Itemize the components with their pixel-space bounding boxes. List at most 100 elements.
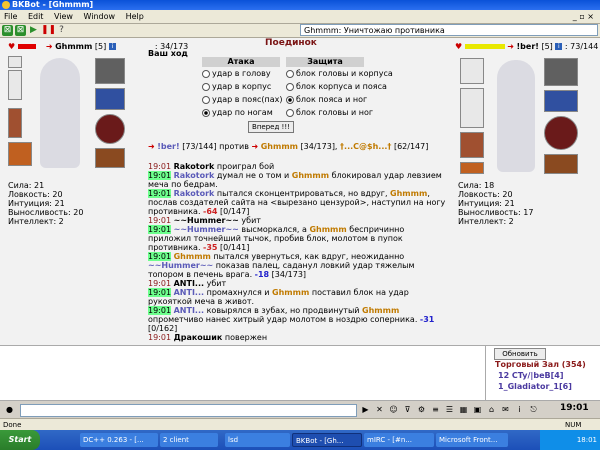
send-icon[interactable]: ▶	[360, 404, 371, 415]
task-bkbot[interactable]: BKBot - [Gh...	[292, 433, 362, 447]
channels-icon[interactable]: ≡	[430, 404, 441, 415]
battle-panel: ♥ ➜ Ghmmm [5] i : 34/173 Сила: 21 Ловкос…	[0, 38, 600, 345]
player-intuition: Интуиция: 21	[8, 199, 65, 208]
menu-help[interactable]: Help	[122, 10, 148, 23]
info-icon[interactable]: i	[514, 404, 525, 415]
player-name[interactable]: Ghmmm	[55, 42, 92, 51]
player-belt-slot[interactable]	[8, 142, 32, 166]
enemy-name[interactable]: !ber!	[517, 42, 539, 51]
smile-icon[interactable]: ☺	[388, 404, 399, 415]
forum-icon[interactable]: ✉	[500, 404, 511, 415]
toolbar: ⊠ ⊠ ▶ ❚❚ ? Ghmmm: Уничтожаю противника	[0, 24, 600, 38]
trade-row[interactable]: 12 CTy/|beB[4]	[498, 371, 563, 380]
trade-row[interactable]: 1_Gladiator_1[6]	[498, 382, 572, 391]
versus-ally-name[interactable]: †...C@$h...†	[340, 142, 391, 151]
exit-icon[interactable]: ⎋	[528, 404, 539, 415]
log-line: 19:01 Rakotork думал не о том и Ghmmm бл…	[148, 171, 442, 189]
task-dcpp[interactable]: DC++ 0.263 - [...	[80, 433, 158, 447]
player-helmet-slot[interactable]	[95, 58, 125, 84]
window-title: BKBot - [Ghmmm]	[12, 0, 94, 9]
update-button[interactable]: Обновить	[494, 348, 546, 360]
menu-file[interactable]: File	[0, 10, 21, 23]
radio-icon[interactable]	[286, 69, 294, 78]
attack-option-legs[interactable]: удар по ногам	[202, 108, 273, 118]
map-icon[interactable]: ▦	[458, 404, 469, 415]
chat-mode-icon[interactable]: ●	[4, 404, 15, 415]
player-armor-slot[interactable]	[8, 108, 22, 138]
radio-icon[interactable]	[286, 108, 294, 117]
defense-option-head-legs[interactable]: блок головы и ног	[286, 108, 373, 118]
attack-option-waist[interactable]: удар в пояс(пах)	[202, 95, 283, 105]
attack-option-body[interactable]: удар в корпус	[202, 82, 271, 92]
player-agility: Ловкость: 20	[8, 190, 63, 199]
enemy-gloves-slot[interactable]	[544, 90, 578, 112]
settings-icon[interactable]: ⚙	[416, 404, 427, 415]
menu-view[interactable]: View	[50, 10, 77, 23]
arrow-icon: ➜	[45, 42, 53, 51]
enemy-weapon-slot[interactable]	[460, 88, 484, 128]
task-lsd[interactable]: lsd	[225, 433, 290, 447]
log-line: 19:01 ~~Hummer~~ убит	[148, 216, 261, 225]
enemy-header: ♥ ➜ !ber! [5] i : 73/144	[455, 42, 598, 51]
connect-icon[interactable]: ⊠	[2, 25, 13, 36]
start-button[interactable]: Start	[0, 430, 40, 450]
play-icon[interactable]: ▶	[28, 25, 39, 36]
forward-button[interactable]: Вперед !!!	[248, 121, 294, 133]
mdi-controls[interactable]: _ ▫ ×	[569, 10, 598, 23]
enemy-shield-slot[interactable]	[544, 116, 578, 150]
pause-icon[interactable]: ❚❚	[41, 25, 56, 36]
radio-icon[interactable]	[202, 69, 210, 78]
enemy-helmet-slot[interactable]	[544, 58, 578, 86]
player-gloves-slot[interactable]	[95, 88, 125, 110]
task-mirc[interactable]: mIRC - [#n...	[364, 433, 434, 447]
defense-header: Защита	[286, 57, 364, 67]
enemy-info-icon[interactable]: i	[555, 43, 563, 50]
radio-icon[interactable]	[202, 95, 210, 104]
inventory-icon[interactable]: ▣	[472, 404, 483, 415]
your-move-label: Ваш ход	[148, 49, 188, 58]
menu-edit[interactable]: Edit	[24, 10, 48, 23]
taskbar: Start DC++ 0.263 - [... 2 client lsd BKB…	[0, 430, 600, 450]
player-amulet-slot[interactable]	[8, 56, 22, 68]
radio-selected-icon[interactable]	[286, 95, 294, 104]
window-title-bar[interactable]: BKBot - [Ghmmm]	[0, 0, 600, 10]
menu-window[interactable]: Window	[80, 10, 120, 23]
house-icon[interactable]: ⌂	[486, 404, 497, 415]
enemy-hp-text: : 73/144	[564, 42, 599, 51]
player-intellect: Интеллект: 2	[8, 217, 64, 226]
task-client[interactable]: 2 client	[160, 433, 218, 447]
chat-input[interactable]	[20, 404, 357, 417]
player-boots-slot[interactable]	[95, 148, 125, 168]
attack-header: Атака	[202, 57, 280, 67]
player-weapon-slot[interactable]	[8, 70, 22, 100]
enemy-boots-slot[interactable]	[544, 154, 578, 174]
enemy-armor-slot[interactable]	[460, 132, 484, 158]
enemy-avatar[interactable]	[497, 60, 535, 172]
clear-icon[interactable]: ✕	[374, 404, 385, 415]
enemy-belt-slot[interactable]	[460, 162, 484, 174]
versus-enemy-name[interactable]: !ber!	[157, 142, 179, 151]
disconnect-icon[interactable]: ⊠	[15, 25, 26, 36]
filter-icon[interactable]: ⊽	[402, 404, 413, 415]
versus-player-name[interactable]: Ghmmm	[261, 142, 298, 151]
tray-clock: 18:01	[576, 436, 597, 444]
defense-option-body-waist[interactable]: блок корпуса и пояса	[286, 82, 387, 92]
system-tray: 18:01	[540, 430, 600, 450]
log-line: 19:01 ~~Hummer~~ высморкался, а Ghmmm бе…	[148, 225, 405, 252]
defense-option-waist-legs[interactable]: блок пояса и ног	[286, 95, 367, 105]
enemy-amulet-slot[interactable]	[460, 58, 484, 84]
help-icon[interactable]: ?	[56, 25, 67, 36]
enemy-strength: Сила: 18	[458, 181, 495, 190]
chat-area[interactable]	[0, 345, 485, 401]
radio-icon[interactable]	[286, 82, 294, 91]
battle-log[interactable]: 19:01 Rakotork проиграл бой 19:01 Rakoto…	[148, 162, 448, 345]
attack-option-head[interactable]: удар в голову	[202, 69, 271, 79]
contacts-icon[interactable]: ☰	[444, 404, 455, 415]
radio-icon[interactable]	[202, 82, 210, 91]
defense-option-head-body[interactable]: блок головы и корпуса	[286, 69, 393, 79]
player-avatar[interactable]	[40, 58, 80, 168]
radio-selected-icon[interactable]	[202, 108, 210, 117]
player-shield-slot[interactable]	[95, 114, 125, 144]
task-frontpage[interactable]: Microsoft Front...	[436, 433, 508, 447]
player-info-icon[interactable]: i	[108, 43, 116, 50]
